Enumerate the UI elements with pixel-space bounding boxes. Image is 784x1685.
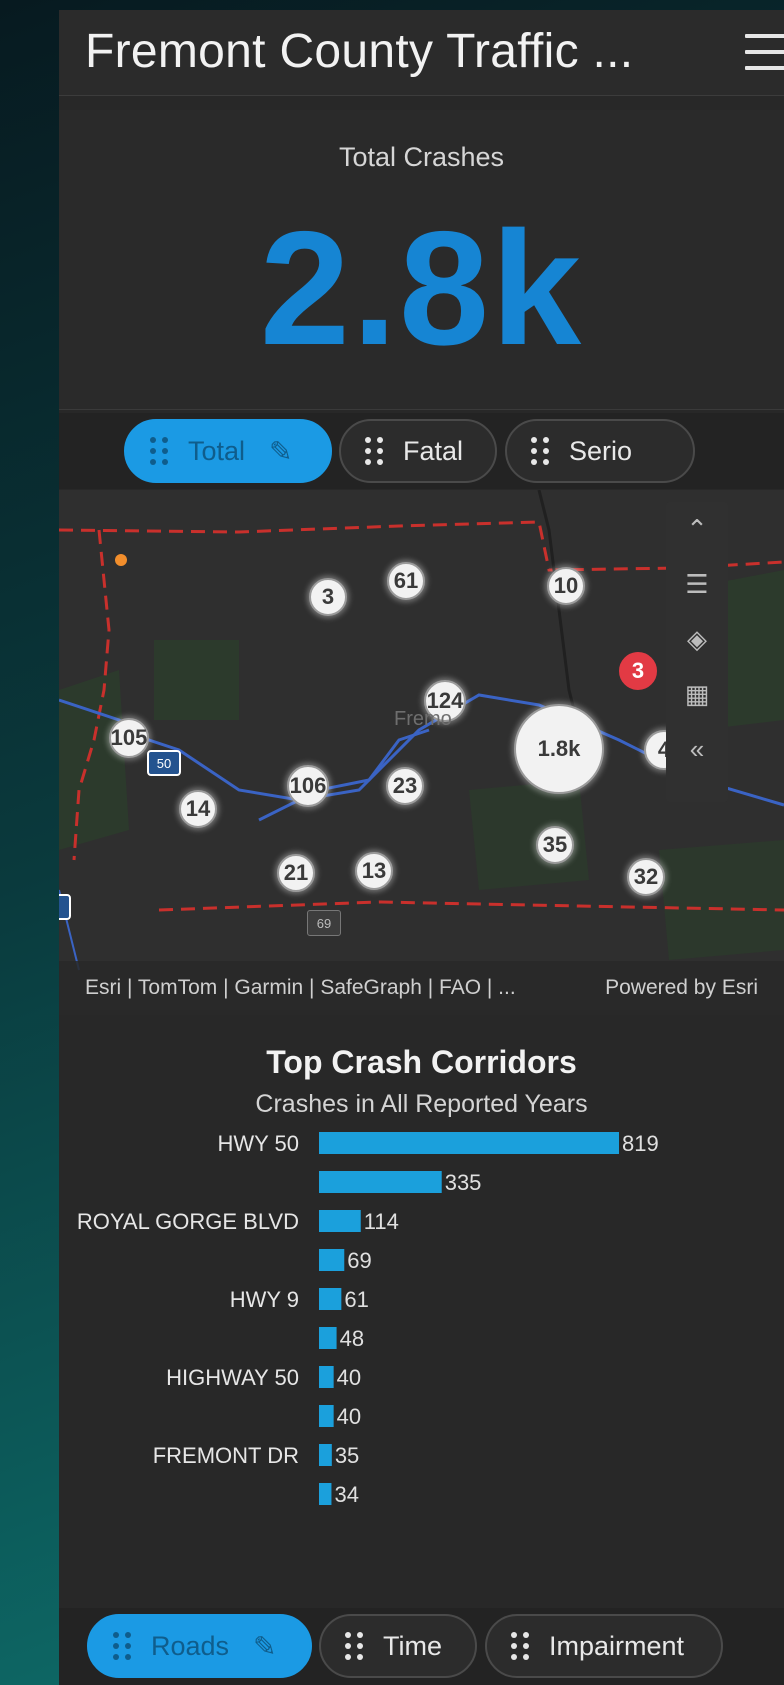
bar-value-label: 40 <box>337 1365 361 1390</box>
drag-handle-icon[interactable] <box>365 437 383 465</box>
tab-fatal[interactable]: Fatal <box>339 419 497 483</box>
map-place-label: Fremo <box>394 708 452 730</box>
pencil-icon[interactable]: ✎ <box>253 1630 276 1663</box>
bar-value-label: 819 <box>622 1131 659 1156</box>
bar[interactable] <box>319 1366 334 1388</box>
crash-cluster[interactable]: 105 <box>109 718 149 758</box>
drag-handle-icon[interactable] <box>113 1632 131 1660</box>
tab-label: Fatal <box>403 435 464 466</box>
bar-value-label: 48 <box>340 1326 364 1351</box>
pencil-icon[interactable]: ✎ <box>269 435 292 468</box>
basemap-gallery-icon[interactable]: ▦ <box>666 667 728 722</box>
category-label: HIGHWAY 50 <box>166 1365 299 1390</box>
tab-label: Impairment <box>549 1630 685 1661</box>
bar[interactable] <box>319 1483 332 1505</box>
route-shield: 5 <box>59 894 71 920</box>
indicator-label: Total Crashes <box>338 142 505 172</box>
tab-label: Serio <box>569 435 633 466</box>
bar[interactable] <box>319 1444 332 1466</box>
bar-value-label: 114 <box>364 1209 399 1234</box>
tab-roads[interactable]: Roads ✎ <box>87 1614 312 1678</box>
bar[interactable] <box>319 1405 334 1427</box>
crash-cluster[interactable]: 14 <box>179 790 217 828</box>
total-crashes-indicator: Total Crashes 2.8k <box>59 110 784 410</box>
crash-cluster[interactable]: 13 <box>355 852 393 890</box>
crash-cluster[interactable]: 21 <box>277 854 315 892</box>
bar[interactable] <box>319 1171 442 1193</box>
drag-handle-icon[interactable] <box>150 437 168 465</box>
top-crash-corridors-chart: Top Crash Corridors Crashes in All Repor… <box>59 1022 784 1602</box>
bar-value-label: 335 <box>445 1170 482 1195</box>
chart-category-tabs: Roads ✎ Time Impairment <box>59 1608 784 1685</box>
category-label: HWY 9 <box>230 1287 299 1312</box>
tab-total[interactable]: Total ✎ <box>124 419 332 483</box>
tab-impairment[interactable]: Impairment <box>485 1614 723 1678</box>
drag-handle-icon[interactable] <box>531 437 549 465</box>
map-attribution: Esri | TomTom | Garmin | SafeGraph | FAO… <box>59 961 784 1015</box>
tab-serious[interactable]: Serio <box>505 419 695 483</box>
bar-chart-svg: 819 HWY 50 335 114 ROYAL GORGE BLVD 69 61 HWY 9… <box>77 1131 659 1507</box>
bar-value-label: 34 <box>334 1482 358 1507</box>
bar[interactable] <box>319 1249 345 1271</box>
dashboard-panel: Fremont County Traffic ... Total Crashes… <box>59 10 784 1685</box>
bar[interactable] <box>319 1327 337 1349</box>
chevron-up-double-icon[interactable]: ⌃ <box>666 502 728 557</box>
crash-cluster[interactable]: 61 <box>387 562 425 600</box>
drag-handle-icon[interactable] <box>345 1632 363 1660</box>
tab-label: Roads <box>151 1630 230 1661</box>
crash-cluster[interactable]: 3 <box>309 578 347 616</box>
us-route-shield: 50 <box>147 750 181 776</box>
bar-value-label: 40 <box>337 1404 361 1429</box>
app-header: Fremont County Traffic ... <box>59 10 784 96</box>
attribution-sources[interactable]: Esri | TomTom | Garmin | SafeGraph | FAO… <box>85 976 516 1000</box>
bar-value-label: 35 <box>335 1443 359 1468</box>
crash-cluster[interactable]: 32 <box>627 858 665 896</box>
bar-value-label: 61 <box>344 1287 368 1312</box>
indicator-value: 2.8k <box>259 198 584 379</box>
crash-map[interactable]: 3 61 10 3 105 124 1.8k 4 14 106 23 35 21… <box>59 490 784 1015</box>
powered-by-esri[interactable]: Powered by Esri <box>605 976 758 1000</box>
category-label: FREMONT DR <box>153 1443 299 1468</box>
crash-cluster-large[interactable]: 1.8k <box>514 704 604 794</box>
crash-type-tabs: Total ✎ Fatal Serio <box>59 413 784 489</box>
collapse-left-icon[interactable]: « <box>666 722 728 777</box>
drag-handle-icon[interactable] <box>511 1632 529 1660</box>
state-route-shield: 69 <box>307 910 341 936</box>
crash-cluster[interactable]: 23 <box>386 767 424 805</box>
bar-value-label: 69 <box>347 1248 371 1273</box>
bar[interactable] <box>319 1288 342 1310</box>
category-label: HWY 50 <box>217 1131 299 1156</box>
crash-cluster[interactable]: 10 <box>547 567 585 605</box>
hamburger-menu-icon[interactable] <box>745 34 784 74</box>
crash-cluster-fatal[interactable]: 3 <box>619 652 657 690</box>
tab-label: Time <box>383 1630 442 1661</box>
app-title: Fremont County Traffic ... <box>85 25 634 78</box>
crash-cluster[interactable]: 35 <box>536 826 574 864</box>
tab-time[interactable]: Time <box>319 1614 477 1678</box>
map-toolbar: ⌃ ☰ ◈ ▦ « <box>666 502 728 802</box>
layers-icon[interactable]: ◈ <box>666 612 728 667</box>
bar[interactable] <box>319 1132 619 1154</box>
category-label: ROYAL GORGE BLVD <box>77 1209 299 1234</box>
legend-list-icon[interactable]: ☰ <box>666 557 728 612</box>
bar[interactable] <box>319 1210 361 1232</box>
tab-label: Total <box>188 435 246 466</box>
crash-cluster[interactable]: 106 <box>287 765 329 807</box>
